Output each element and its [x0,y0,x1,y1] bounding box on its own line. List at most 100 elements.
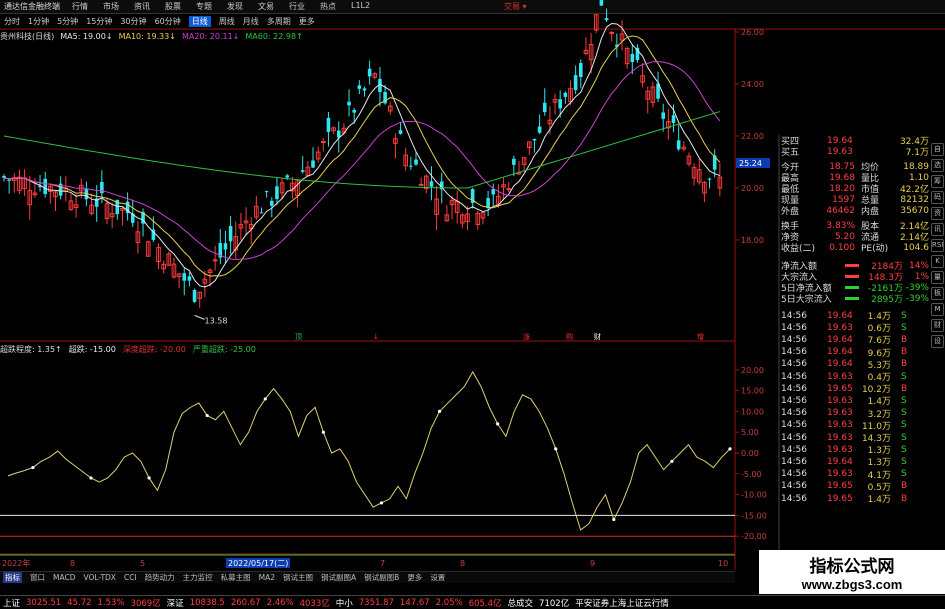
index-value: 3069亿 [130,598,161,609]
flow-pct: 1% [914,271,929,282]
tick-vol: 1.4万 [867,495,891,505]
candle-body-down [182,273,187,281]
quote-value2: 82132 [900,194,929,205]
tick-row: 14:56 19.65 1.4万 B [779,493,945,506]
indicator-tab[interactable]: 趋势动力 [145,572,175,583]
tick-vol: 1.3万 [867,446,891,457]
candle-body-down [537,126,542,133]
watermark-url: www.zbgs3.com [801,577,903,592]
candle-body-down [429,181,434,187]
quote-price: 19.64 [827,135,853,146]
candle-body-down [270,200,274,206]
indicator-tick-label: -10.00 [741,491,767,500]
quote-row: 收益(二) 0.100 PE(动) 104.6 [779,242,945,255]
indicator-tab[interactable]: 主力监控 [183,572,213,583]
candle-body-down [661,112,665,119]
candle-body-down [357,85,362,89]
candle-body-down [671,115,676,123]
toolbar-icon[interactable]: 财 [931,319,944,332]
candle-body-down [532,138,537,141]
index-name[interactable]: 中小 [336,597,353,609]
indicator-tab[interactable]: 钢试副图A [321,572,356,583]
index-name[interactable]: 总成交 [508,597,534,609]
indicator-tick-label: -15.00 [741,511,767,520]
quote-value2: 1.10 [908,172,929,183]
toolbar-icon[interactable]: M [931,303,944,316]
tick-vol: 0.4万 [867,373,891,383]
quote-value2: 104.6 [903,242,929,253]
toolbar-icon[interactable]: 量 [931,271,944,284]
tick-row: 14:56 19.63 14.3万 S [779,432,945,445]
indicator-tab[interactable]: MA2 [259,573,275,582]
quote-value: 5.20 [834,231,855,242]
toolbar-icon[interactable]: K [931,255,944,268]
tick-time: 14:56 [781,310,807,321]
indicator-tab[interactable]: 钢试主图 [283,572,313,583]
tick-side: S [901,469,907,480]
tick-side: S [901,310,907,321]
indicator-tab[interactable]: VOL-TDX [83,573,115,582]
candle-body-down [285,175,290,178]
tick-time: 14:56 [781,432,807,443]
candle-body-down [223,243,228,250]
tick-row: 14:56 19.64 5.3万 B [779,359,945,371]
tick-time: 14:56 [781,408,807,419]
flow-bar [845,275,859,278]
candle-body-down [192,290,197,302]
current-price-label: 25.24 [739,159,762,168]
tick-price: 19.63 [827,371,853,382]
candle-body-down [409,165,413,167]
indicator-tab[interactable]: 指标 [3,572,22,583]
tick-time: 14:56 [781,359,807,370]
indicator-line [7,370,731,531]
indicator-dot [147,476,151,480]
tick-row: 14:56 19.63 0.6万 S [779,322,945,335]
indicator-tab[interactable]: 钢试副图B [364,572,399,583]
candle-body-down [7,179,11,181]
toolbar-icon[interactable]: 自 [931,143,944,156]
candle-body-down [542,102,547,113]
tick-price: 19.64 [827,359,853,370]
candle-body-down [326,117,331,132]
watermark: 指标公式网 www.zbgs3.com [759,550,945,594]
tick-time: 14:56 [781,322,807,333]
tick-row: 14:56 19.65 10.2万 B [779,383,945,396]
tick-vol: 10.2万 [861,385,891,396]
tick-side: S [901,420,907,431]
flow-value: 2895万 [871,295,903,305]
indicator-tab[interactable]: 私募主图 [221,572,251,583]
indicator-tab[interactable]: MACD [53,573,75,582]
tick-row: 14:56 19.64 7.6万 B [779,334,945,347]
indicator-dot [554,447,558,451]
signal-marker: 涨 [523,332,530,341]
index-value: 147.67 [399,597,430,608]
indicator-tab[interactable]: CCI [124,573,137,582]
toolbar-icon[interactable]: 筹 [931,175,944,188]
toolbar-icon[interactable]: 设 [931,335,944,348]
toolbar-icon[interactable]: 选 [931,159,944,172]
toolbar-icon[interactable]: 讯 [931,223,944,236]
index-name[interactable]: 上证 [3,597,20,609]
toolbar-icon[interactable]: 板 [931,287,944,300]
tick-time: 14:56 [781,347,807,358]
index-name[interactable]: 深证 [167,597,184,609]
toolbar-icon[interactable]: 码 [931,191,944,204]
toolbar-icon[interactable]: 资 [931,207,944,220]
index-value: 2.46% [266,597,294,608]
tick-vol: 1.3万 [867,458,891,469]
candle-body-down [264,191,269,193]
tick-price: 19.63 [827,395,853,406]
indicator-tab[interactable]: 窗口 [30,572,45,583]
tick-row: 14:56 19.63 1.4万 S [779,395,945,408]
tick-time: 14:56 [781,334,807,345]
indicator-dot [205,413,209,418]
tick-price: 19.63 [827,420,853,431]
toolbar-icon[interactable]: RSI [931,239,944,252]
candle-body-down [512,158,516,165]
price-tick-label: 22.00 [741,132,764,141]
ma60-line [3,111,720,189]
indicator-tab[interactable]: 设置 [430,572,445,583]
tick-row: 14:56 19.63 0.4万 S [779,371,945,384]
tick-vol: 4.1万 [867,470,891,481]
indicator-tab[interactable]: 更多 [407,572,422,583]
